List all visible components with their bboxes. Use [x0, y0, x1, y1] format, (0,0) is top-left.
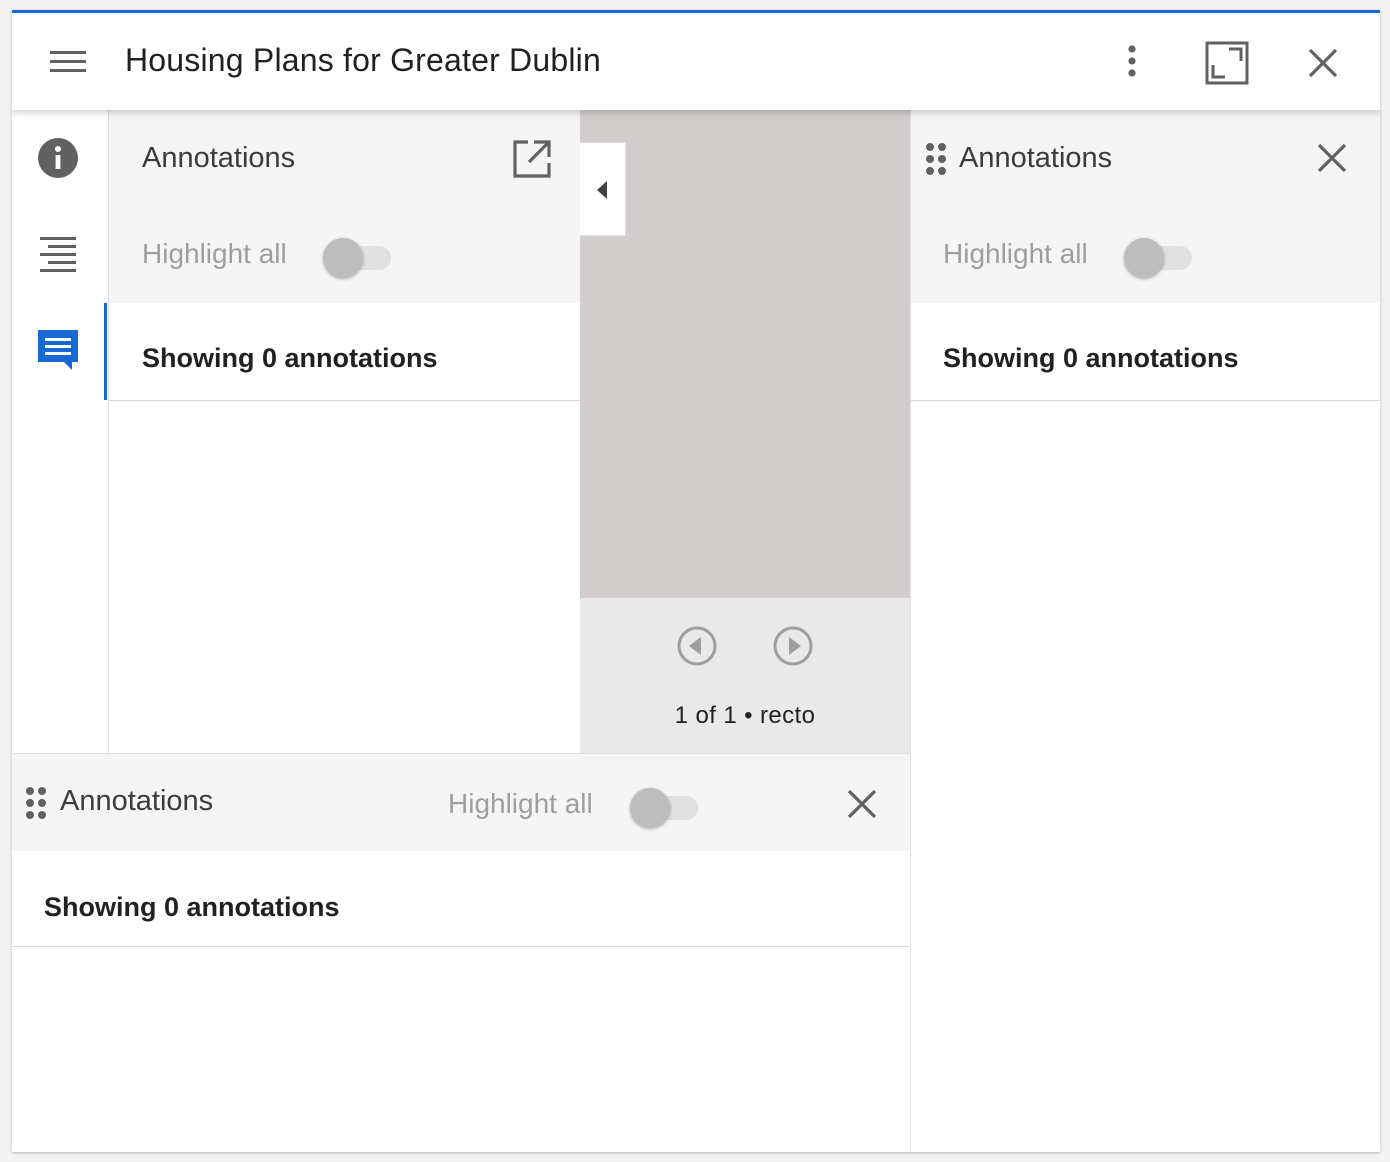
table-of-contents-icon[interactable]: [36, 232, 80, 276]
annotations-icon[interactable]: [36, 328, 80, 372]
next-canvas-icon[interactable]: [772, 625, 814, 667]
active-indicator: [104, 303, 107, 400]
fullscreen-icon[interactable]: [1205, 41, 1249, 85]
more-options-icon[interactable]: [1118, 43, 1146, 83]
window-title: Housing Plans for Greater Dublin: [125, 42, 601, 78]
hamburger-menu-icon[interactable]: [48, 47, 88, 77]
panel-title: Annotations: [60, 785, 214, 817]
annotation-count: Showing 0 annotations: [44, 892, 340, 922]
highlight-all-toggle[interactable]: [1124, 234, 1194, 278]
panel-header: Annotations Highlight all: [911, 110, 1380, 303]
panel-header: Annotations Highlight all: [12, 754, 910, 851]
annotations-window-right: Annotations Highlight all Showing 0 anno…: [910, 110, 1380, 1152]
close-panel-icon[interactable]: [1315, 141, 1349, 175]
highlight-all-toggle[interactable]: [630, 784, 700, 828]
window-top-bar: Housing Plans for Greater Dublin: [12, 13, 1380, 110]
panel-title: Annotations: [142, 142, 296, 174]
highlight-all-label: Highlight all: [448, 788, 593, 819]
collapse-sidebar-button[interactable]: [580, 142, 626, 236]
previous-canvas-icon[interactable]: [676, 625, 718, 667]
panel-header: Annotations Highlight all: [109, 110, 580, 303]
divider: [911, 400, 1380, 401]
caret-left-icon: [597, 181, 607, 199]
highlight-all-label: Highlight all: [943, 238, 1088, 269]
highlight-all-label: Highlight all: [142, 238, 287, 269]
divider: [109, 400, 580, 401]
annotations-window-bottom: Annotations Highlight all Showing 0 anno…: [12, 753, 910, 1152]
close-panel-icon[interactable]: [845, 787, 879, 821]
drag-handle-icon[interactable]: [25, 786, 49, 820]
annotations-companion-panel: Annotations Highlight all Showing 0 anno…: [109, 110, 580, 753]
annotation-count: Showing 0 annotations: [142, 343, 438, 373]
drag-handle-icon[interactable]: [925, 142, 949, 176]
info-icon[interactable]: [36, 136, 80, 180]
close-window-icon[interactable]: [1304, 44, 1342, 82]
mirador-window: Housing Plans for Greater Dublin Annotat…: [12, 10, 1380, 1152]
annotation-count: Showing 0 annotations: [943, 343, 1239, 373]
highlight-all-toggle[interactable]: [323, 234, 393, 278]
companion-rail: [12, 110, 109, 753]
divider: [12, 946, 910, 947]
open-in-window-icon[interactable]: [512, 139, 552, 179]
canvas-page-info: 1 of 1 • recto: [674, 702, 816, 729]
canvas-viewer[interactable]: 1 of 1 • recto: [580, 110, 910, 753]
panel-title: Annotations: [959, 142, 1113, 174]
